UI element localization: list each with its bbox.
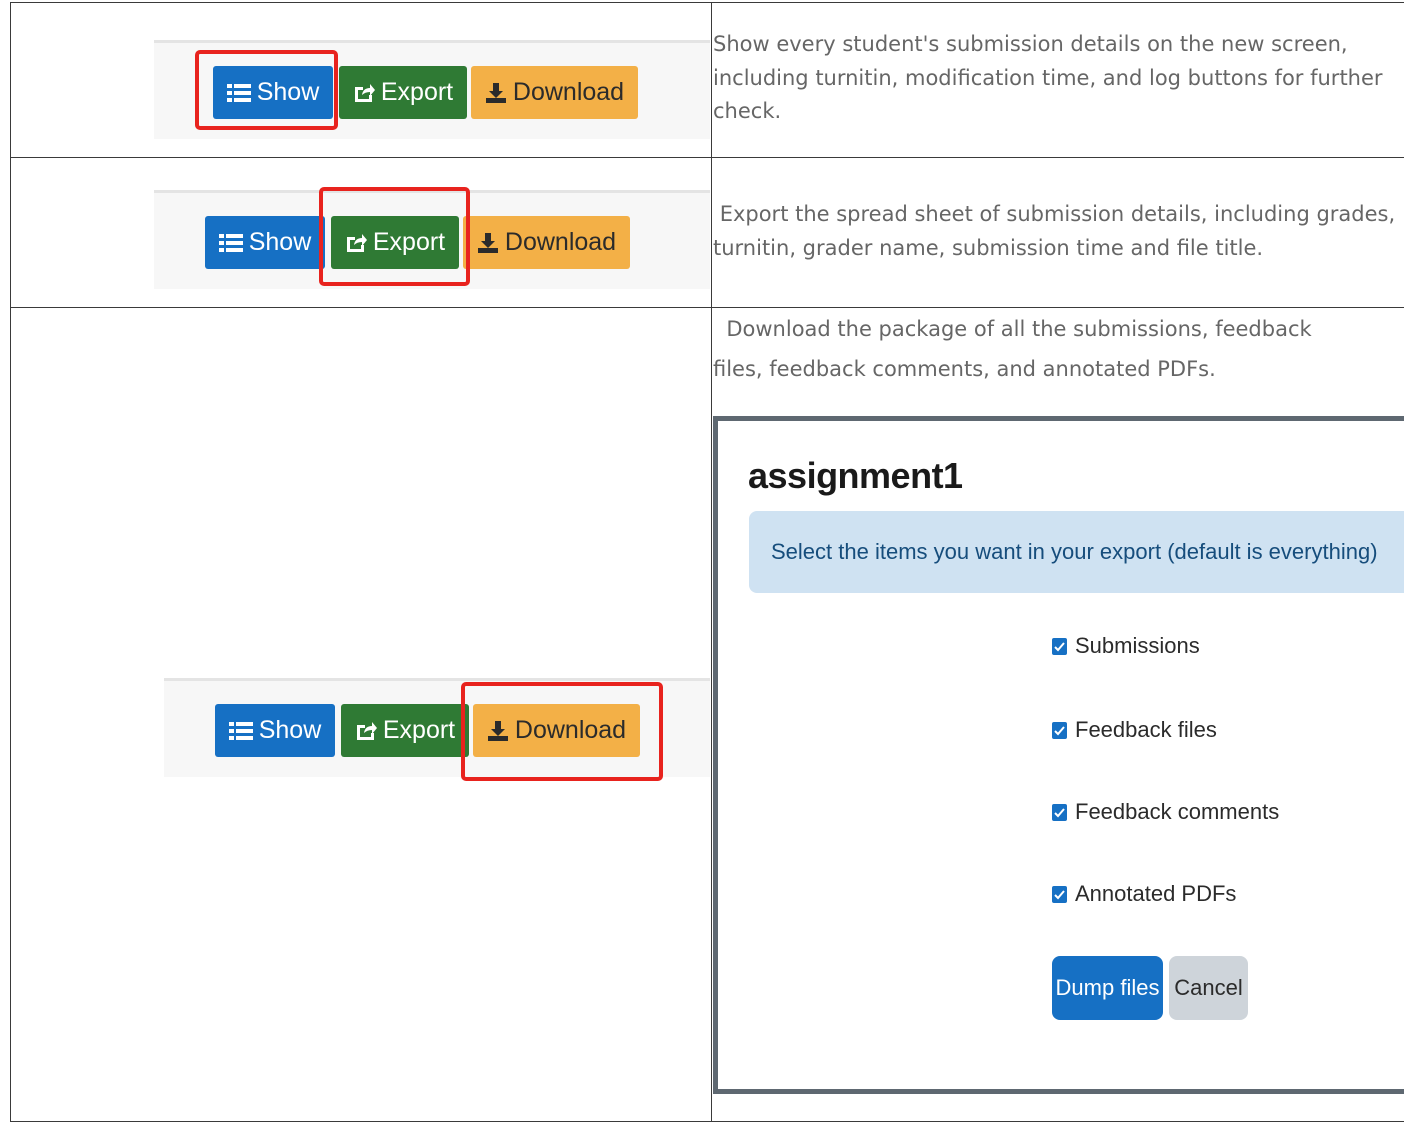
download-icon: [485, 82, 507, 104]
option-label: Feedback comments: [1075, 799, 1280, 824]
table-row-divider-2: [10, 307, 1404, 308]
share-icon: [355, 721, 377, 741]
download-button-label: Download: [512, 78, 625, 106]
table-row-divider-1: [10, 157, 1404, 158]
option-label: Annotated PDFs: [1075, 881, 1237, 906]
show-button-label: Show: [258, 716, 322, 744]
option-feedback-comments[interactable]: Feedback comments: [1052, 799, 1279, 825]
download-icon: [477, 232, 499, 254]
option-label: Submissions: [1075, 633, 1200, 658]
list-icon: [228, 721, 253, 741]
dialog-title: assignment1: [748, 455, 963, 496]
download-button[interactable]: Download: [463, 216, 630, 269]
table-border-bottom: [10, 1121, 1404, 1122]
table-border-left: [10, 2, 11, 1122]
table-border-top: [10, 2, 1404, 3]
show-button-label: Show: [248, 228, 312, 256]
table-column-divider: [711, 2, 712, 1122]
export-dialog: assignment1 Select the items you want in…: [713, 416, 1404, 1094]
option-label: Feedback files: [1075, 717, 1217, 742]
download-button-label: Download: [504, 228, 617, 256]
option-submissions[interactable]: Submissions: [1052, 633, 1200, 659]
show-button[interactable]: Show: [205, 216, 325, 269]
checkmark-icon[interactable]: [1052, 721, 1067, 739]
dialog-info-alert: Select the items you want in your export…: [749, 511, 1404, 593]
cancel-button[interactable]: Cancel: [1169, 956, 1248, 1020]
highlight-box: [461, 682, 663, 781]
checkmark-icon[interactable]: [1052, 803, 1067, 821]
highlight-box: [319, 187, 470, 286]
row-description: Export the spread sheet of submission de…: [713, 202, 1402, 260]
option-feedback-files[interactable]: Feedback files: [1052, 717, 1217, 743]
dialog-info-text: Select the items you want in your export…: [771, 539, 1378, 564]
show-button[interactable]: Show: [215, 704, 335, 757]
export-button[interactable]: Export: [339, 66, 467, 119]
checkmark-icon[interactable]: [1052, 637, 1067, 655]
row-description-line-2: files, feedback comments, and annotated …: [713, 357, 1216, 381]
checkmark-icon[interactable]: [1052, 885, 1067, 903]
option-annotated-pdfs[interactable]: Annotated PDFs: [1052, 881, 1236, 907]
highlight-box: [195, 50, 338, 130]
row-description: Show every student's submission details …: [713, 32, 1390, 123]
export-button-label: Export: [380, 78, 454, 106]
list-icon: [218, 233, 243, 253]
export-button-label: Export: [382, 716, 456, 744]
share-icon: [353, 83, 375, 103]
dump-files-button[interactable]: Dump files: [1052, 956, 1163, 1020]
export-button[interactable]: Export: [341, 704, 469, 757]
download-button[interactable]: Download: [471, 66, 638, 119]
row-description-line-1: Download the package of all the submissi…: [713, 317, 1312, 341]
